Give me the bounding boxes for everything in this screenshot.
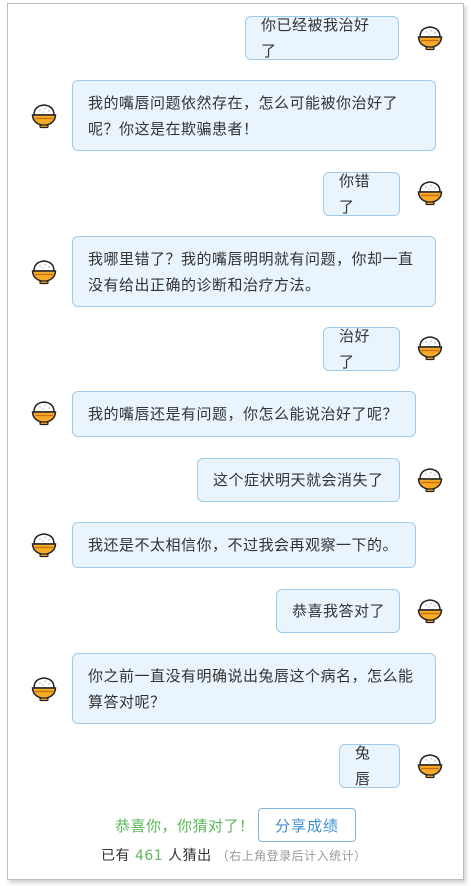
message-text: 恭喜我答对了 xyxy=(292,602,386,620)
user-message: 你错了 xyxy=(323,172,400,216)
rice-bowl-icon xyxy=(31,401,57,426)
rice-bowl-icon xyxy=(417,336,443,361)
share-results-button[interactable]: 分享成绩 xyxy=(258,808,356,842)
message-text: 我哪里错了？我的嘴唇明明就有问题，你却一直没有给出正确的诊断和治疗方法。 xyxy=(88,249,414,294)
message-text: 你错了 xyxy=(339,172,371,216)
message-text: 我还是不太相信你，不过我会再观察一下的。 xyxy=(88,536,399,554)
message-text: 我的嘴唇还是有问题，你怎么能说治好了呢？ xyxy=(88,405,399,423)
rice-bowl-icon xyxy=(417,26,443,51)
guess-count: 461 xyxy=(134,848,164,864)
guess-count-line: 已有 461 人猜出 （右上角登录后计入统计） xyxy=(101,845,367,865)
user-message: 兔唇 xyxy=(339,744,400,788)
message-text: 我的嘴唇问题依然存在，怎么可能被你治好了呢？你这是在欺骗患者！ xyxy=(88,93,399,138)
rice-bowl-icon xyxy=(31,104,57,129)
user-message: 恭喜我答对了 xyxy=(276,589,400,633)
user-message: 你已经被我治好了 xyxy=(245,16,399,60)
bot-message: 你之前一直没有明确说出兔唇这个病名，怎么能算答对呢？ xyxy=(72,653,436,724)
rice-bowl-icon xyxy=(31,533,57,558)
count-suffix: 人猜出 xyxy=(168,848,212,864)
congrats-text: 恭喜你，你猜对了！ xyxy=(115,817,255,835)
message-text: 兔唇 xyxy=(355,744,371,788)
user-message: 治好了 xyxy=(323,327,400,371)
login-hint: （右上角登录后计入统计） xyxy=(216,849,367,863)
bot-message: 我还是不太相信你，不过我会再观察一下的。 xyxy=(72,522,416,568)
rice-bowl-icon xyxy=(417,599,443,624)
message-text: 你之前一直没有明确说出兔唇这个病名，怎么能算答对呢？ xyxy=(88,666,414,711)
rice-bowl-icon xyxy=(31,677,57,702)
message-text: 治好了 xyxy=(339,327,371,371)
bot-message: 我哪里错了？我的嘴唇明明就有问题，你却一直没有给出正确的诊断和治疗方法。 xyxy=(72,236,436,307)
rice-bowl-icon xyxy=(31,260,57,285)
rice-bowl-icon xyxy=(417,468,443,493)
rice-bowl-icon xyxy=(417,181,443,206)
bot-message: 我的嘴唇问题依然存在，怎么可能被你治好了呢？你这是在欺骗患者！ xyxy=(72,80,436,151)
bot-message: 我的嘴唇还是有问题，你怎么能说治好了呢？ xyxy=(72,391,416,437)
user-message: 这个症状明天就会消失了 xyxy=(197,458,400,502)
count-prefix: 已有 xyxy=(101,848,130,864)
rice-bowl-icon xyxy=(417,754,443,779)
message-text: 你已经被我治好了 xyxy=(261,16,370,60)
message-text: 这个症状明天就会消失了 xyxy=(213,471,384,489)
